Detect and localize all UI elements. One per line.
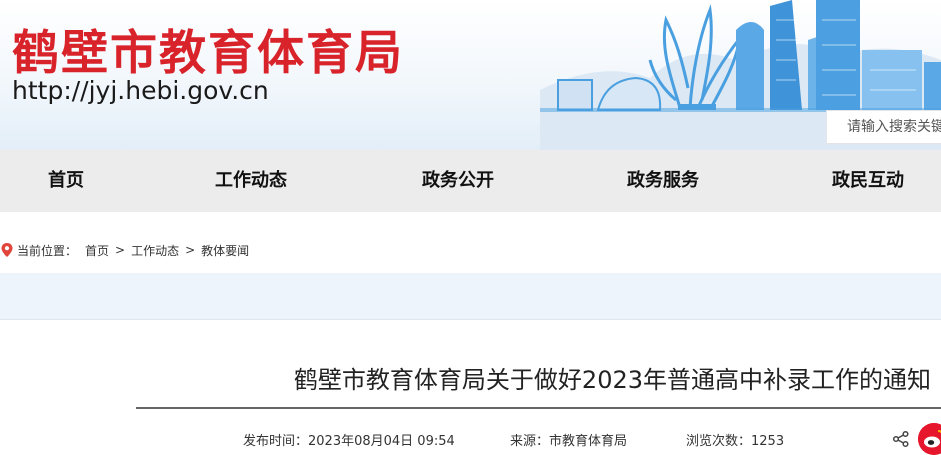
section-band <box>0 273 941 319</box>
publish-time: 发布时间：2023年08月04日 09:54 <box>243 434 455 449</box>
weibo-icon[interactable] <box>918 423 941 455</box>
title-divider <box>136 407 941 409</box>
search-box <box>826 110 941 144</box>
site-title: 鹤壁市教育体育局 <box>12 26 404 81</box>
share-icon[interactable] <box>892 430 910 448</box>
article-source: 来源：市教育体育局 <box>510 434 628 449</box>
breadcrumb-bar: 当前位置： 首页 > 工作动态 > 教体要闻 <box>0 227 941 273</box>
breadcrumb-prefix: 当前位置： <box>17 243 78 258</box>
location-pin-icon <box>1 243 13 257</box>
breadcrumb-separator: > <box>185 243 196 257</box>
nav-item-gov-services[interactable]: 政务服务 <box>627 150 699 212</box>
site-header: 鹤壁市教育体育局 http://jyj.hebi.gov.cn <box>0 0 941 150</box>
nav-item-gov-disclosure[interactable]: 政务公开 <box>422 150 494 212</box>
nav-item-work-news[interactable]: 工作动态 <box>215 150 287 212</box>
article-title: 鹤壁市教育体育局关于做好2023年普通高中补录工作的通知 <box>293 366 931 394</box>
view-count: 浏览次数：1253 <box>686 434 785 449</box>
breadcrumb-home[interactable]: 首页 <box>85 242 109 259</box>
breadcrumb-work-news[interactable]: 工作动态 <box>131 242 179 259</box>
search-input[interactable] <box>827 111 941 143</box>
nav-item-interaction[interactable]: 政民互动 <box>832 150 904 212</box>
breadcrumb-separator: > <box>115 243 126 257</box>
content-divider <box>0 319 941 320</box>
nav-item-home[interactable]: 首页 <box>48 150 84 212</box>
breadcrumb: 当前位置： 首页 > 工作动态 > 教体要闻 <box>0 241 249 259</box>
breadcrumb-education-news[interactable]: 教体要闻 <box>201 242 249 259</box>
site-url: http://jyj.hebi.gov.cn <box>12 76 269 105</box>
main-nav: 首页 工作动态 政务公开 政务服务 政民互动 <box>0 150 941 212</box>
